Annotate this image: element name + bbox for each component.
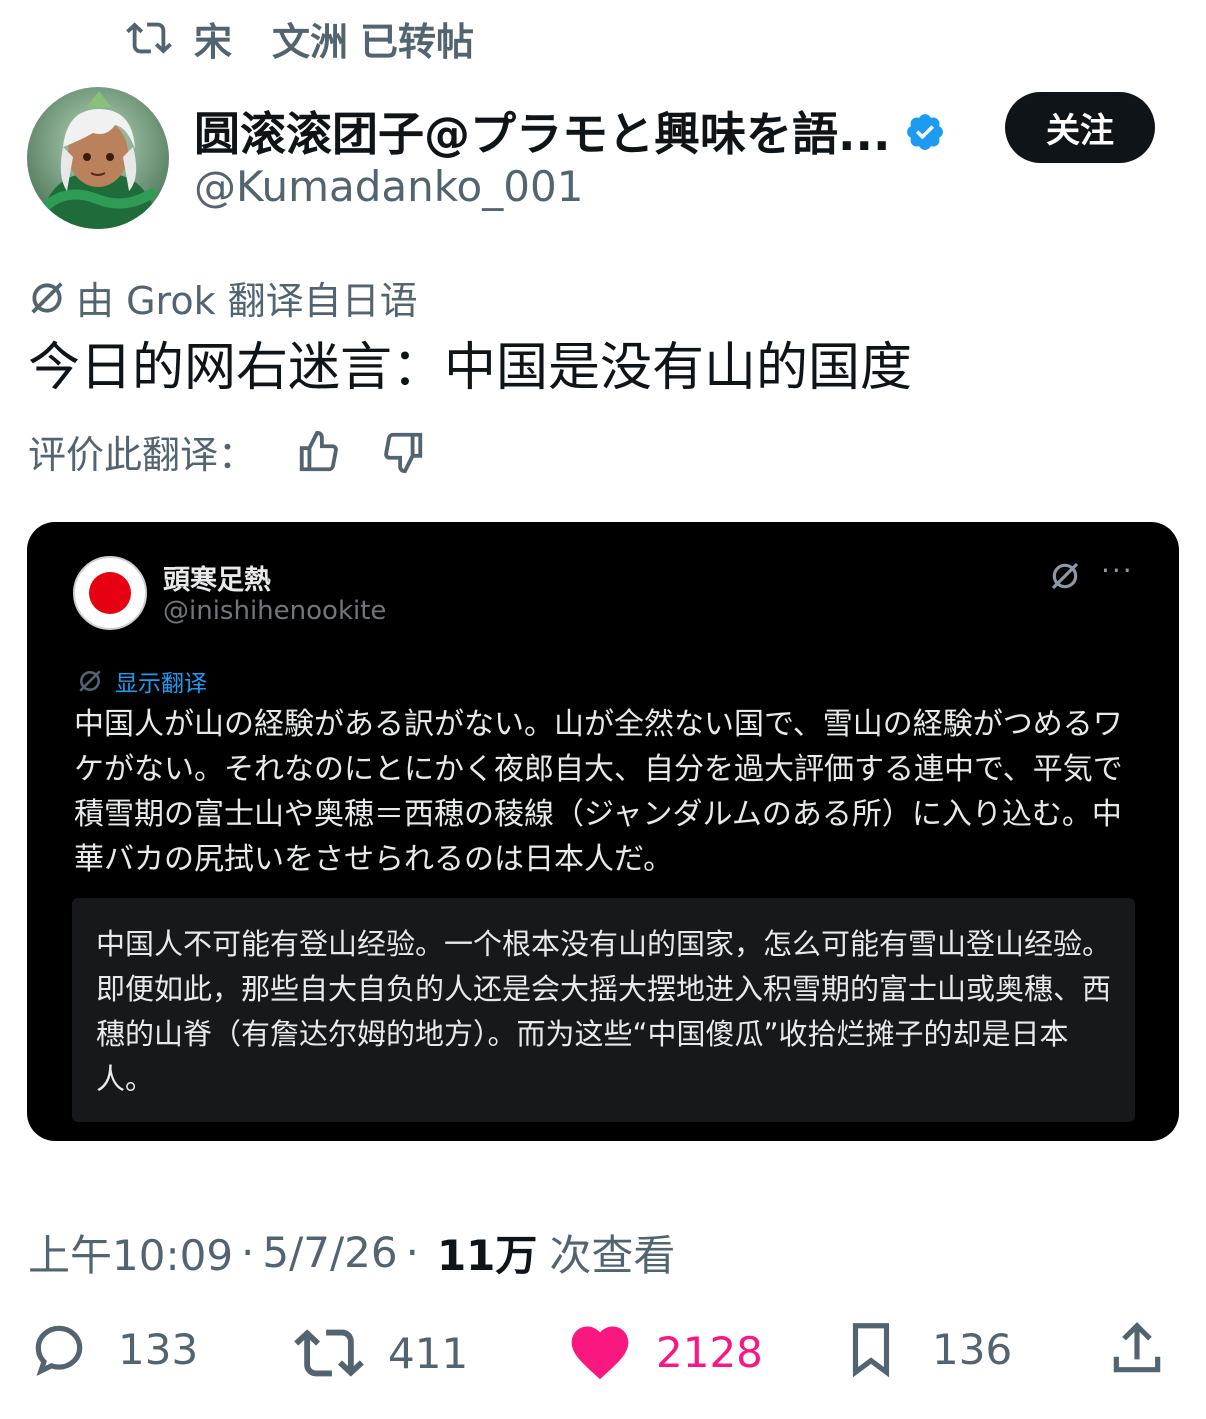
embedded-handle: @inishihenookite [163,596,387,626]
reposter-name-part2[interactable]: 文洲 [272,11,348,66]
author-display-name-text[interactable]: 圆滚滚团子@プラモと興味を語... [194,98,890,164]
meta-separator: · [241,1228,255,1277]
verified-badge-icon [904,110,946,152]
repost-icon [126,15,172,61]
repost-button[interactable]: 411 [294,1318,468,1388]
repost-count: 411 [388,1328,469,1378]
meta-separator: · [405,1228,419,1277]
like-count: 2128 [656,1327,763,1377]
post-time[interactable]: 上午10:09 [28,1222,233,1283]
heart-icon [566,1318,634,1386]
post-text: 今日的网右迷言：中国是没有山的国度 [28,338,913,398]
bookmark-count: 136 [932,1324,1013,1374]
reply-icon [28,1318,90,1380]
reposter-name-part1[interactable]: 宋 [194,11,232,66]
embedded-display-name: 頭寒足熱 [163,565,271,596]
rate-translation-label: 评价此翻译： [28,433,257,477]
embedded-grok-icon [1049,560,1081,592]
repost-action-icon [294,1318,364,1388]
follow-button[interactable]: 关注 [1005,92,1155,163]
embedded-more-icon: ··· [1101,554,1134,587]
post-date[interactable]: 5/7/26 [262,1228,397,1277]
bookmark-button[interactable]: 136 [840,1318,1012,1380]
translation-note-text: 由 Grok 翻译自日语 [76,279,418,323]
repost-suffix: 已转帖 [360,19,475,64]
bookmark-icon [840,1318,902,1380]
thumbs-up-icon[interactable] [296,429,342,475]
views-label: 次查看 [549,1231,676,1280]
share-icon [1106,1318,1168,1380]
reply-button[interactable]: 133 [28,1318,198,1380]
views-count: 11万 [436,1231,538,1280]
share-button[interactable] [1106,1318,1168,1380]
author-handle[interactable]: @Kumadanko_001 [194,162,583,211]
embedded-avatar [73,556,147,630]
author-avatar[interactable] [27,87,169,229]
thumbs-down-icon[interactable] [380,429,426,475]
rate-translation: 评价此翻译： [28,424,426,479]
embedded-translated-text: 中国人不可能有登山经验。一个根本没有山的国家，怎么可能有雪山登山经验。即便如此，… [72,898,1135,1122]
post-meta: 上午10:09 · 5/7/26 · 11万 次查看 [28,1222,675,1283]
grok-icon [28,279,66,317]
like-button[interactable]: 2128 [566,1318,763,1386]
embedded-show-translation-text: 显示翻译 [115,671,207,697]
japan-flag-icon [89,572,131,614]
embedded-show-translation: 显示翻译 [77,664,207,698]
action-bar: 133 411 2128 136 [28,1318,1206,1398]
embedded-post-image[interactable]: 頭寒足熱 @inishihenookite ··· 显示翻译 中国人が山の経験が… [27,522,1179,1141]
reply-count: 133 [118,1324,199,1374]
embedded-original-text: 中国人が山の経験がある訳がない。山が全然ない国で、雪山の経験がつめるワケがない。… [74,707,1123,877]
author-display-name[interactable]: 圆滚滚团子@プラモと興味を語... [194,98,946,164]
repost-indicator[interactable]: 宋 文洲 已转帖 [126,10,474,66]
translation-note: 由 Grok 翻译自日语 [28,270,418,325]
